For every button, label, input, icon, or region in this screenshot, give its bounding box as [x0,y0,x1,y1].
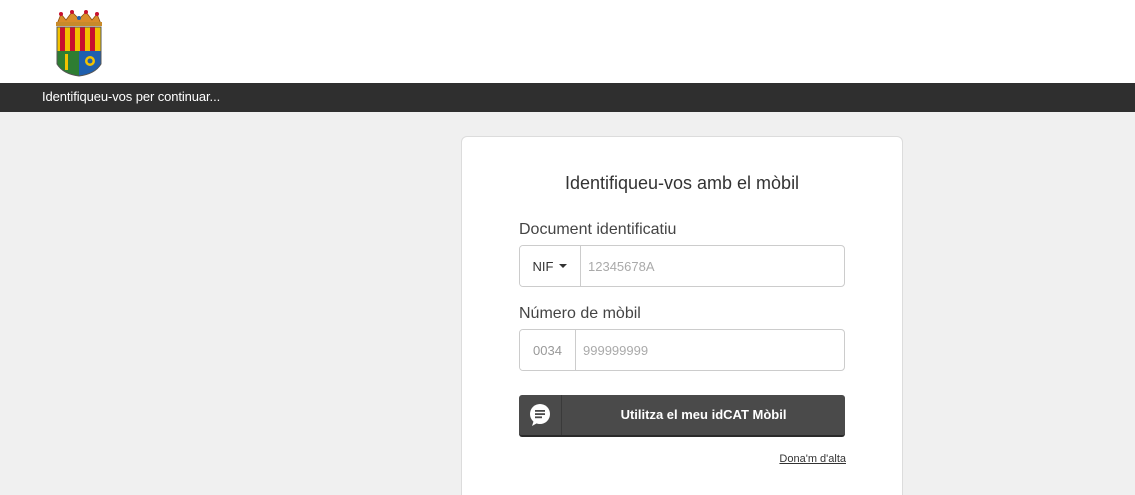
document-type-select[interactable]: NIF [520,246,581,286]
caret-down-icon [559,264,568,268]
coat-of-arms-icon [56,10,102,77]
document-type-value: NIF [532,258,554,274]
document-input-group: NIF [519,245,845,287]
idcat-icon-box [519,395,562,435]
page-titlebar: Identifiqueu-vos per continuar... [0,83,1135,112]
titlebar-text: Identifiqueu-vos per continuar... [42,89,221,104]
signup-link[interactable]: Dona'm d'alta [779,453,846,465]
idcat-button-label: Utilitza el meu idCAT Mòbil [620,407,787,422]
card-title: Identifiqueu-vos amb el mòbil [564,173,800,193]
country-prefix: 0034 [520,330,576,370]
speech-bubble-icon [530,404,550,426]
mobile-label: Número de mòbil [519,305,641,322]
idcat-mobile-button[interactable]: Utilitza el meu idCAT Mòbil [519,395,845,437]
login-card: Identifiqueu-vos amb el mòbil Document i… [461,136,903,495]
mobile-input-group: 0034 [519,329,845,371]
mobile-number-input[interactable] [576,330,844,370]
page-header [0,0,1135,83]
document-label: Document identificatiu [519,221,677,238]
document-number-input[interactable] [581,246,844,286]
